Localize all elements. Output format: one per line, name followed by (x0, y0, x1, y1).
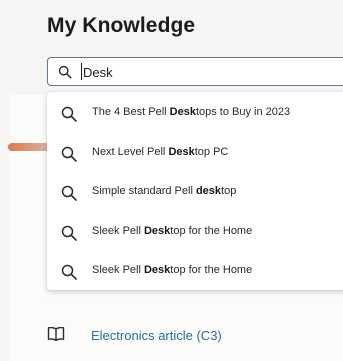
page-title: My Knowledge (47, 14, 196, 37)
search-icon (61, 225, 77, 241)
article-link[interactable]: Electronics article (C3) (91, 328, 222, 343)
suggestion-label: The 4 Best Pell Desktops to Buy in 2023 (92, 106, 291, 118)
search-icon (61, 185, 77, 201)
accent-bar (8, 143, 48, 151)
suggestion-item[interactable]: Sleek Pell Desktop for the Home (47, 212, 343, 251)
book-icon (47, 326, 65, 342)
suggestion-label: Next Level Pell Desktop PC (92, 146, 229, 158)
search-icon (58, 65, 72, 79)
suggestion-item[interactable]: Sleek Pell Desktop for the Home (47, 251, 343, 290)
article-item[interactable]: Electronics article (C3) (47, 323, 337, 347)
suggestion-label: Sleek Pell Desktop for the Home (92, 225, 253, 237)
text-caret (81, 63, 82, 80)
suggestion-label: Simple standard Pell desktop (92, 185, 237, 197)
search-icon (61, 146, 77, 162)
search-icon (61, 264, 77, 280)
suggestion-item[interactable]: Simple standard Pell desktop (47, 172, 343, 211)
search-input[interactable] (83, 62, 333, 82)
search-icon (61, 106, 77, 122)
suggestion-label: Sleek Pell Desktop for the Home (92, 264, 253, 276)
suggestion-item[interactable]: The 4 Best Pell Desktops to Buy in 2023 (47, 93, 343, 132)
suggestion-item[interactable]: Next Level Pell Desktop PC (47, 133, 343, 172)
search-field[interactable] (47, 57, 343, 86)
suggestions-dropdown: The 4 Best Pell Desktops to Buy in 2023 … (47, 92, 343, 290)
